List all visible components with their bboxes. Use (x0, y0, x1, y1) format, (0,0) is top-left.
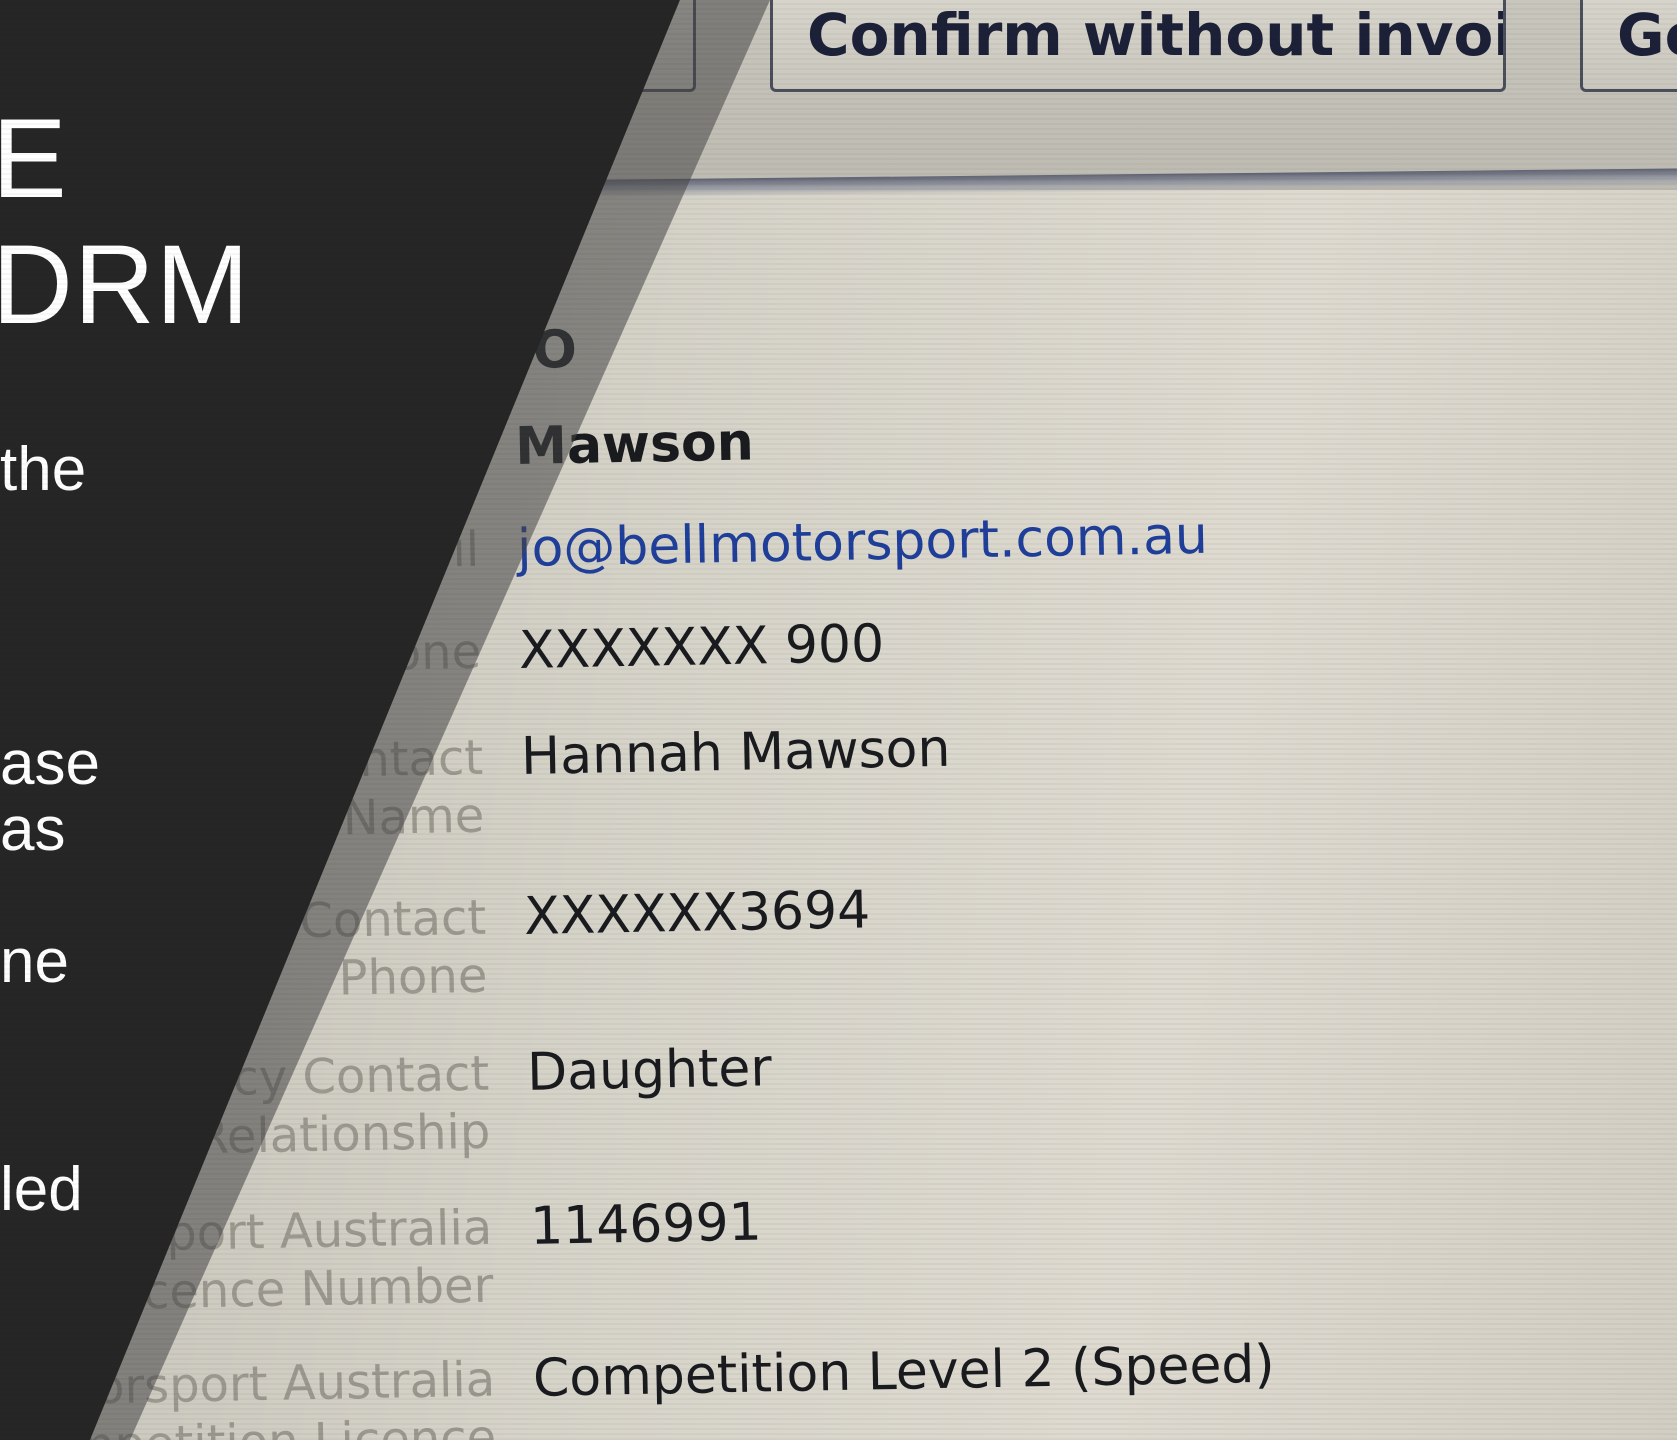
slide-title-line1: E (0, 96, 68, 221)
emergency-contact-name-value: Hannah Mawson (520, 718, 951, 787)
licence-number-value: 1146991 (529, 1192, 763, 1257)
emergency-contact-relationship-value: Daughter (526, 1038, 773, 1103)
phone-value: XXXXXXX 900 (518, 614, 885, 682)
slide-body-line5: led (0, 1155, 83, 1224)
slide-body-line3: as (0, 795, 66, 864)
competition-licence-value: Competition Level 2 (Speed) (532, 1334, 1276, 1409)
licence-number-row: orsport Australia Licence Number 1146991 (10, 1176, 1677, 1321)
emergency-contact-phone-label-line2: Phone (338, 947, 488, 1007)
slide-body-line1: the (0, 435, 87, 504)
emergency-contact-phone-value: XXXXXX3694 (523, 880, 871, 947)
slide-body-line4: ne (0, 927, 69, 996)
competition-licence-row: otorsport Australia Competition Licence … (4, 1328, 1677, 1440)
slide-body-line2: ase (0, 729, 100, 798)
screen-photo: Confirm without invoice Ge JO e Mawson a… (0, 0, 1677, 1440)
slide-title-line2: DRM (0, 222, 251, 347)
email-link[interactable]: jo@bellmotorsport.com.au (517, 506, 1209, 579)
